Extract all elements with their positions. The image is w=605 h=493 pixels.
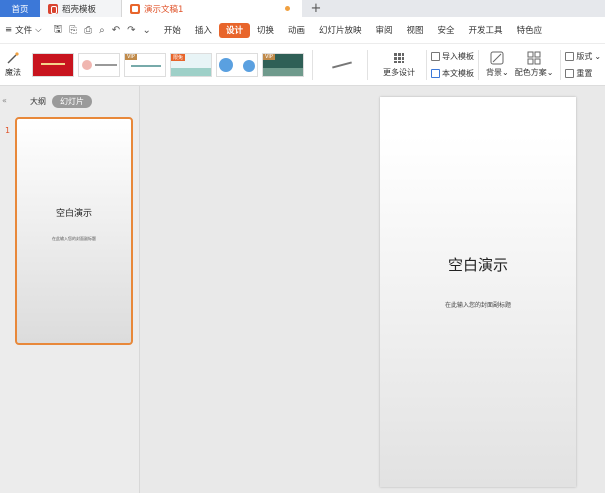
- import-template-button[interactable]: 导入模板: [431, 51, 474, 62]
- template-thumb[interactable]: VIP: [124, 52, 166, 77]
- hamburger-icon: ≡: [5, 25, 13, 35]
- main-slide[interactable]: 空白演示 在此输入您的封面副标题: [380, 97, 576, 487]
- design-template-gallery: VIP 限免 VIP: [32, 49, 363, 80]
- template-thumb[interactable]: [32, 52, 74, 77]
- slide-panel: « 大纲 幻灯片 1 空白演示 在此输入您的封面副标题: [0, 86, 140, 493]
- design-ribbon: 魔法 VIP 限免 VIP 更多设计 导入模板 本文模板 背景⌄ 配色方案⌄ 版…: [0, 44, 605, 86]
- divider: [312, 49, 313, 80]
- menu-transition[interactable]: 切换: [250, 23, 281, 38]
- slide-title[interactable]: 空白演示: [380, 254, 576, 275]
- divider: [367, 49, 368, 80]
- thumbnail-title: 空白演示: [55, 209, 92, 219]
- tab-daoke-label: 稻壳模板: [62, 4, 97, 15]
- slide-subtitle[interactable]: 在此输入您的封面副标题: [380, 300, 576, 309]
- this-template-button[interactable]: 本文模板: [431, 68, 474, 79]
- layout-icon: [565, 51, 575, 61]
- layout-group: 版式 ⌄ 重置: [565, 51, 601, 79]
- daoke-logo-icon: [48, 3, 58, 14]
- presentation-icon: [130, 3, 140, 14]
- new-tab-button[interactable]: +: [302, 0, 330, 17]
- this-template-icon: [431, 68, 440, 78]
- divider: [426, 49, 427, 80]
- template-thumb[interactable]: [78, 52, 120, 77]
- menu-slideshow[interactable]: 幻灯片放映: [312, 23, 369, 38]
- template-thumb[interactable]: [216, 52, 258, 77]
- menu-special[interactable]: 特色应: [510, 23, 550, 38]
- print-icon[interactable]: ⎙: [84, 25, 92, 36]
- file-menu-label: 文件: [15, 26, 33, 36]
- quick-access-toolbar: 🖫 ⎘ ⎙ ⌕ ↶ ↷ ⌄: [48, 22, 157, 39]
- menu-items: 开始 插入 设计 切换 动画 幻灯片放映 审阅 视图 安全 开发工具 特色应: [157, 22, 550, 38]
- tab-home-label: 首页: [11, 4, 29, 15]
- background-label: 背景⌄: [486, 68, 509, 77]
- tab-outline[interactable]: 大纲: [30, 96, 46, 107]
- template-thumb[interactable]: 限免: [170, 52, 212, 77]
- divider: [560, 49, 562, 80]
- unsaved-dot-icon: [285, 6, 290, 11]
- tab-slides[interactable]: 幻灯片: [52, 95, 92, 108]
- layout-button[interactable]: 版式 ⌄: [565, 51, 601, 62]
- import-template-icon: [431, 51, 440, 61]
- vip-badge: VIP: [263, 53, 275, 60]
- slide-thumbnail[interactable]: 空白演示 在此输入您的封面副标题: [15, 117, 133, 345]
- magic-wand-icon: [7, 52, 19, 64]
- background-icon: [490, 51, 504, 65]
- menu-insert[interactable]: 插入: [188, 23, 219, 38]
- template-thumb[interactable]: [321, 52, 363, 77]
- more-design-label: 更多设计: [383, 67, 415, 77]
- color-scheme-icon: [527, 51, 541, 65]
- menu-view[interactable]: 视图: [400, 23, 431, 38]
- color-scheme-label: 配色方案⌄: [514, 68, 554, 77]
- menu-review[interactable]: 审阅: [369, 23, 400, 38]
- panel-tabs: 大纲 幻灯片: [30, 95, 92, 108]
- tab-daoke[interactable]: 稻壳模板: [40, 0, 122, 17]
- thumbnail-subtitle: 在此输入您的封面副标题: [52, 236, 96, 241]
- grid-icon: [394, 52, 404, 63]
- layout-label: 版式: [576, 51, 593, 61]
- free-badge: 限免: [171, 53, 186, 61]
- menu-home[interactable]: 开始: [157, 23, 188, 38]
- slide-canvas: 空白演示 在此输入您的封面副标题: [141, 86, 605, 493]
- reset-label: 重置: [576, 68, 593, 78]
- vip-badge: VIP: [125, 53, 137, 60]
- import-template-label: 导入模板: [442, 51, 474, 61]
- tab-bar: 首页 稻壳模板 演示文稿1 +: [0, 0, 605, 17]
- customize-icon[interactable]: ⌄: [143, 25, 151, 36]
- menu-security[interactable]: 安全: [431, 23, 462, 38]
- tab-document-label: 演示文稿1: [144, 4, 184, 15]
- reset-icon: [565, 68, 575, 78]
- slide-number: 1: [5, 126, 11, 135]
- this-template-label: 本文模板: [442, 68, 474, 78]
- reset-button[interactable]: 重置: [565, 68, 601, 79]
- background-button[interactable]: 背景⌄: [483, 51, 512, 78]
- export-icon[interactable]: ⎘: [69, 25, 77, 36]
- menu-design[interactable]: 设计: [218, 22, 250, 38]
- menu-animation[interactable]: 动画: [281, 23, 312, 38]
- template-group: 导入模板 本文模板: [431, 51, 474, 79]
- menu-bar: ≡ 文件 ⌵ 🖫 ⎘ ⎙ ⌕ ↶ ↷ ⌄ 开始 插入 设计 切换 动画 幻灯片放…: [0, 17, 605, 44]
- undo-icon[interactable]: ↶: [112, 25, 120, 36]
- tab-home[interactable]: 首页: [0, 0, 40, 17]
- redo-icon[interactable]: ↷: [127, 25, 135, 36]
- template-thumb[interactable]: VIP: [262, 52, 304, 77]
- menu-developer[interactable]: 开发工具: [462, 23, 510, 38]
- chevron-down-icon: ⌵: [35, 25, 42, 35]
- collapse-panel-icon[interactable]: «: [2, 96, 7, 105]
- save-icon[interactable]: 🖫: [54, 22, 63, 39]
- color-scheme-button[interactable]: 配色方案⌄: [512, 51, 557, 78]
- tab-document[interactable]: 演示文稿1: [122, 0, 302, 17]
- file-menu[interactable]: ≡ 文件 ⌵: [0, 24, 48, 36]
- plus-icon: +: [310, 1, 322, 16]
- magic-button[interactable]: 魔法: [0, 51, 26, 78]
- magic-label: 魔法: [5, 68, 21, 77]
- print-preview-icon[interactable]: ⌕: [99, 25, 105, 36]
- divider: [478, 49, 479, 80]
- more-design-button[interactable]: 更多设计: [376, 52, 422, 78]
